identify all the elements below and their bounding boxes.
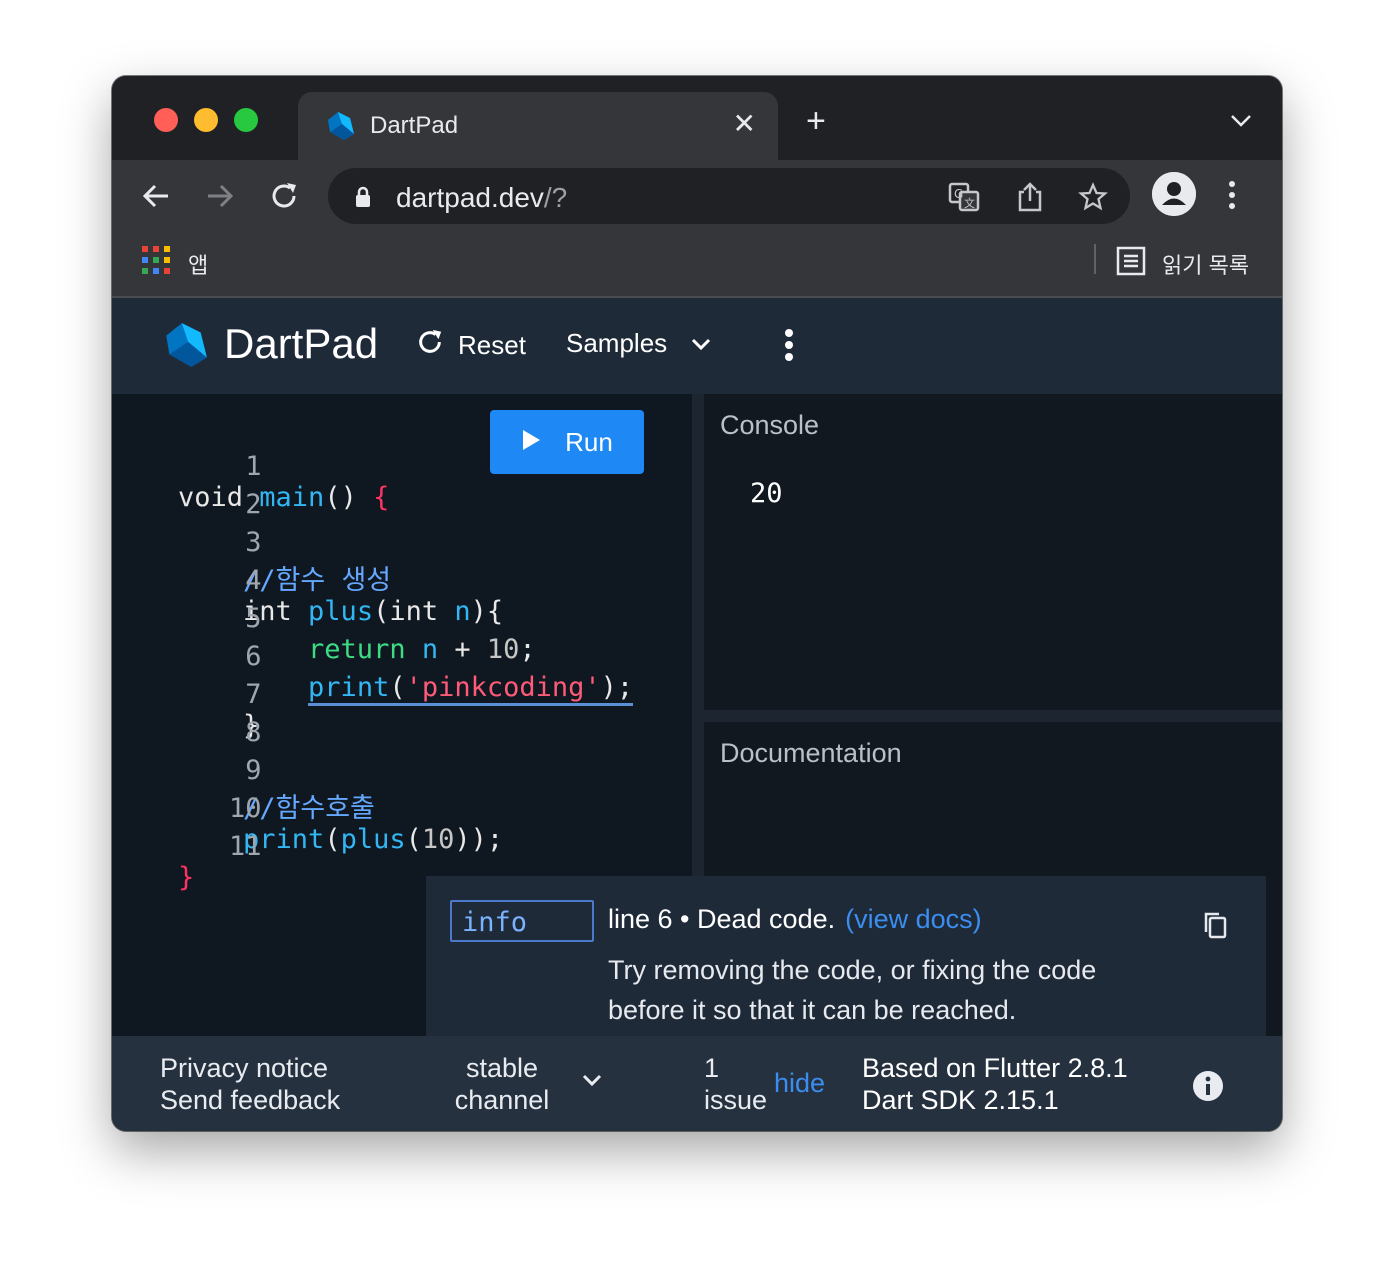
dartpad-header: DartPad Reset Samples: [112, 298, 1282, 394]
issue-location[interactable]: line 6 • Dead code. (view docs): [608, 904, 982, 935]
reset-label: Reset: [458, 330, 526, 360]
horizontal-splitter[interactable]: [704, 710, 1282, 722]
dart-logo-icon: [160, 320, 210, 375]
lock-icon[interactable]: [354, 186, 372, 213]
issue-description: Try removing the code, or fixing the cod…: [608, 955, 1097, 1025]
bookmark-star-icon[interactable]: [1078, 182, 1108, 217]
code-line: 10 print(plus(10));: [229, 793, 504, 855]
forward-icon[interactable]: [204, 180, 236, 212]
console-panel: Console 20: [704, 394, 1282, 710]
tab-bar: DartPad ✕ +: [112, 76, 1282, 160]
code-line: 4 int plus(int n){: [178, 565, 504, 627]
chevron-down-icon[interactable]: [1230, 114, 1252, 133]
send-feedback-link[interactable]: Send feedback: [160, 1084, 340, 1116]
back-icon[interactable]: [140, 180, 172, 212]
issue-label: issue: [704, 1085, 768, 1115]
chevron-down-icon: [691, 328, 711, 359]
issue-severity-badge: info: [450, 900, 594, 942]
apps-link[interactable]: 앱: [188, 248, 208, 280]
code-line: 9 //함수호출: [178, 755, 375, 824]
code-line: 6 print('pinkcoding');: [112, 610, 634, 706]
dart-logo-icon: [324, 110, 356, 147]
issue-count: 1: [704, 1053, 720, 1083]
tab-title: DartPad: [370, 112, 459, 139]
info-icon[interactable]: [1192, 1070, 1224, 1107]
close-icon[interactable]: ✕: [733, 110, 756, 138]
code-line: 1 void main() {: [178, 451, 390, 513]
view-docs-link[interactable]: (view docs): [845, 904, 982, 934]
more-options-icon[interactable]: [784, 328, 794, 367]
copy-icon[interactable]: [1202, 910, 1228, 945]
issue-panel: info line 6 • Dead code. (view docs) Try …: [426, 876, 1266, 1052]
dart-sdk-version: Dart SDK 2.15.1: [862, 1085, 1059, 1115]
url-text[interactable]: dartpad.dev/?: [396, 182, 567, 214]
profile-avatar-icon[interactable]: [1152, 172, 1196, 216]
code-line: 11 }: [178, 831, 262, 893]
share-icon[interactable]: [1016, 182, 1044, 217]
translate-icon[interactable]: G文: [948, 182, 980, 217]
chevron-down-icon[interactable]: [582, 1074, 602, 1093]
documentation-title: Documentation: [720, 738, 902, 768]
code-line: 7 }: [178, 679, 262, 741]
flutter-version: Based on Flutter 2.8.1: [862, 1053, 1128, 1083]
reload-icon[interactable]: [268, 180, 300, 212]
run-button[interactable]: Run: [490, 410, 644, 474]
reset-button[interactable]: Reset: [416, 328, 526, 363]
code-line: 2: [245, 489, 262, 520]
browser-window: DartPad ✕ + dartpad.dev/? G文 앱 읽기 목록 Dar…: [112, 76, 1282, 1131]
browser-toolbar: dartpad.dev/? G文: [112, 160, 1282, 232]
hide-issues-link[interactable]: hide: [774, 1068, 825, 1099]
samples-label: Samples: [566, 328, 668, 358]
svg-text:文: 文: [964, 196, 975, 210]
tab-dartpad[interactable]: DartPad ✕: [298, 92, 778, 160]
minimize-window-button[interactable]: [194, 108, 218, 132]
refresh-icon: [416, 328, 444, 363]
svg-text:G: G: [954, 187, 963, 201]
play-icon: [521, 427, 541, 458]
reading-list-icon[interactable]: [1116, 246, 1146, 281]
maximize-window-button[interactable]: [234, 108, 258, 132]
privacy-notice-link[interactable]: Privacy notice: [160, 1052, 328, 1084]
status-footer: Privacy notice Send feedback stable chan…: [112, 1036, 1282, 1131]
console-title: Console: [720, 410, 820, 440]
close-window-button[interactable]: [154, 108, 178, 132]
samples-dropdown[interactable]: Samples: [566, 328, 711, 359]
reading-list-link[interactable]: 읽기 목록: [1162, 248, 1249, 280]
run-label: Run: [565, 426, 613, 457]
new-tab-icon[interactable]: +: [806, 104, 826, 138]
browser-menu-icon[interactable]: [1228, 180, 1236, 215]
app-title: DartPad: [224, 320, 379, 367]
address-bar[interactable]: dartpad.dev/? G文: [328, 168, 1130, 224]
code-line: 8: [245, 717, 262, 748]
code-line: 5 return n + 10;: [178, 603, 536, 665]
apps-grid-icon[interactable]: [142, 246, 170, 279]
console-output: 20: [750, 478, 783, 509]
channel-selector[interactable]: stable channel: [454, 1052, 550, 1116]
bookmarks-divider: [1094, 244, 1096, 274]
code-line: 3 //함수 생성: [178, 527, 392, 596]
bookmarks-bar: 앱 읽기 목록: [112, 232, 1282, 298]
